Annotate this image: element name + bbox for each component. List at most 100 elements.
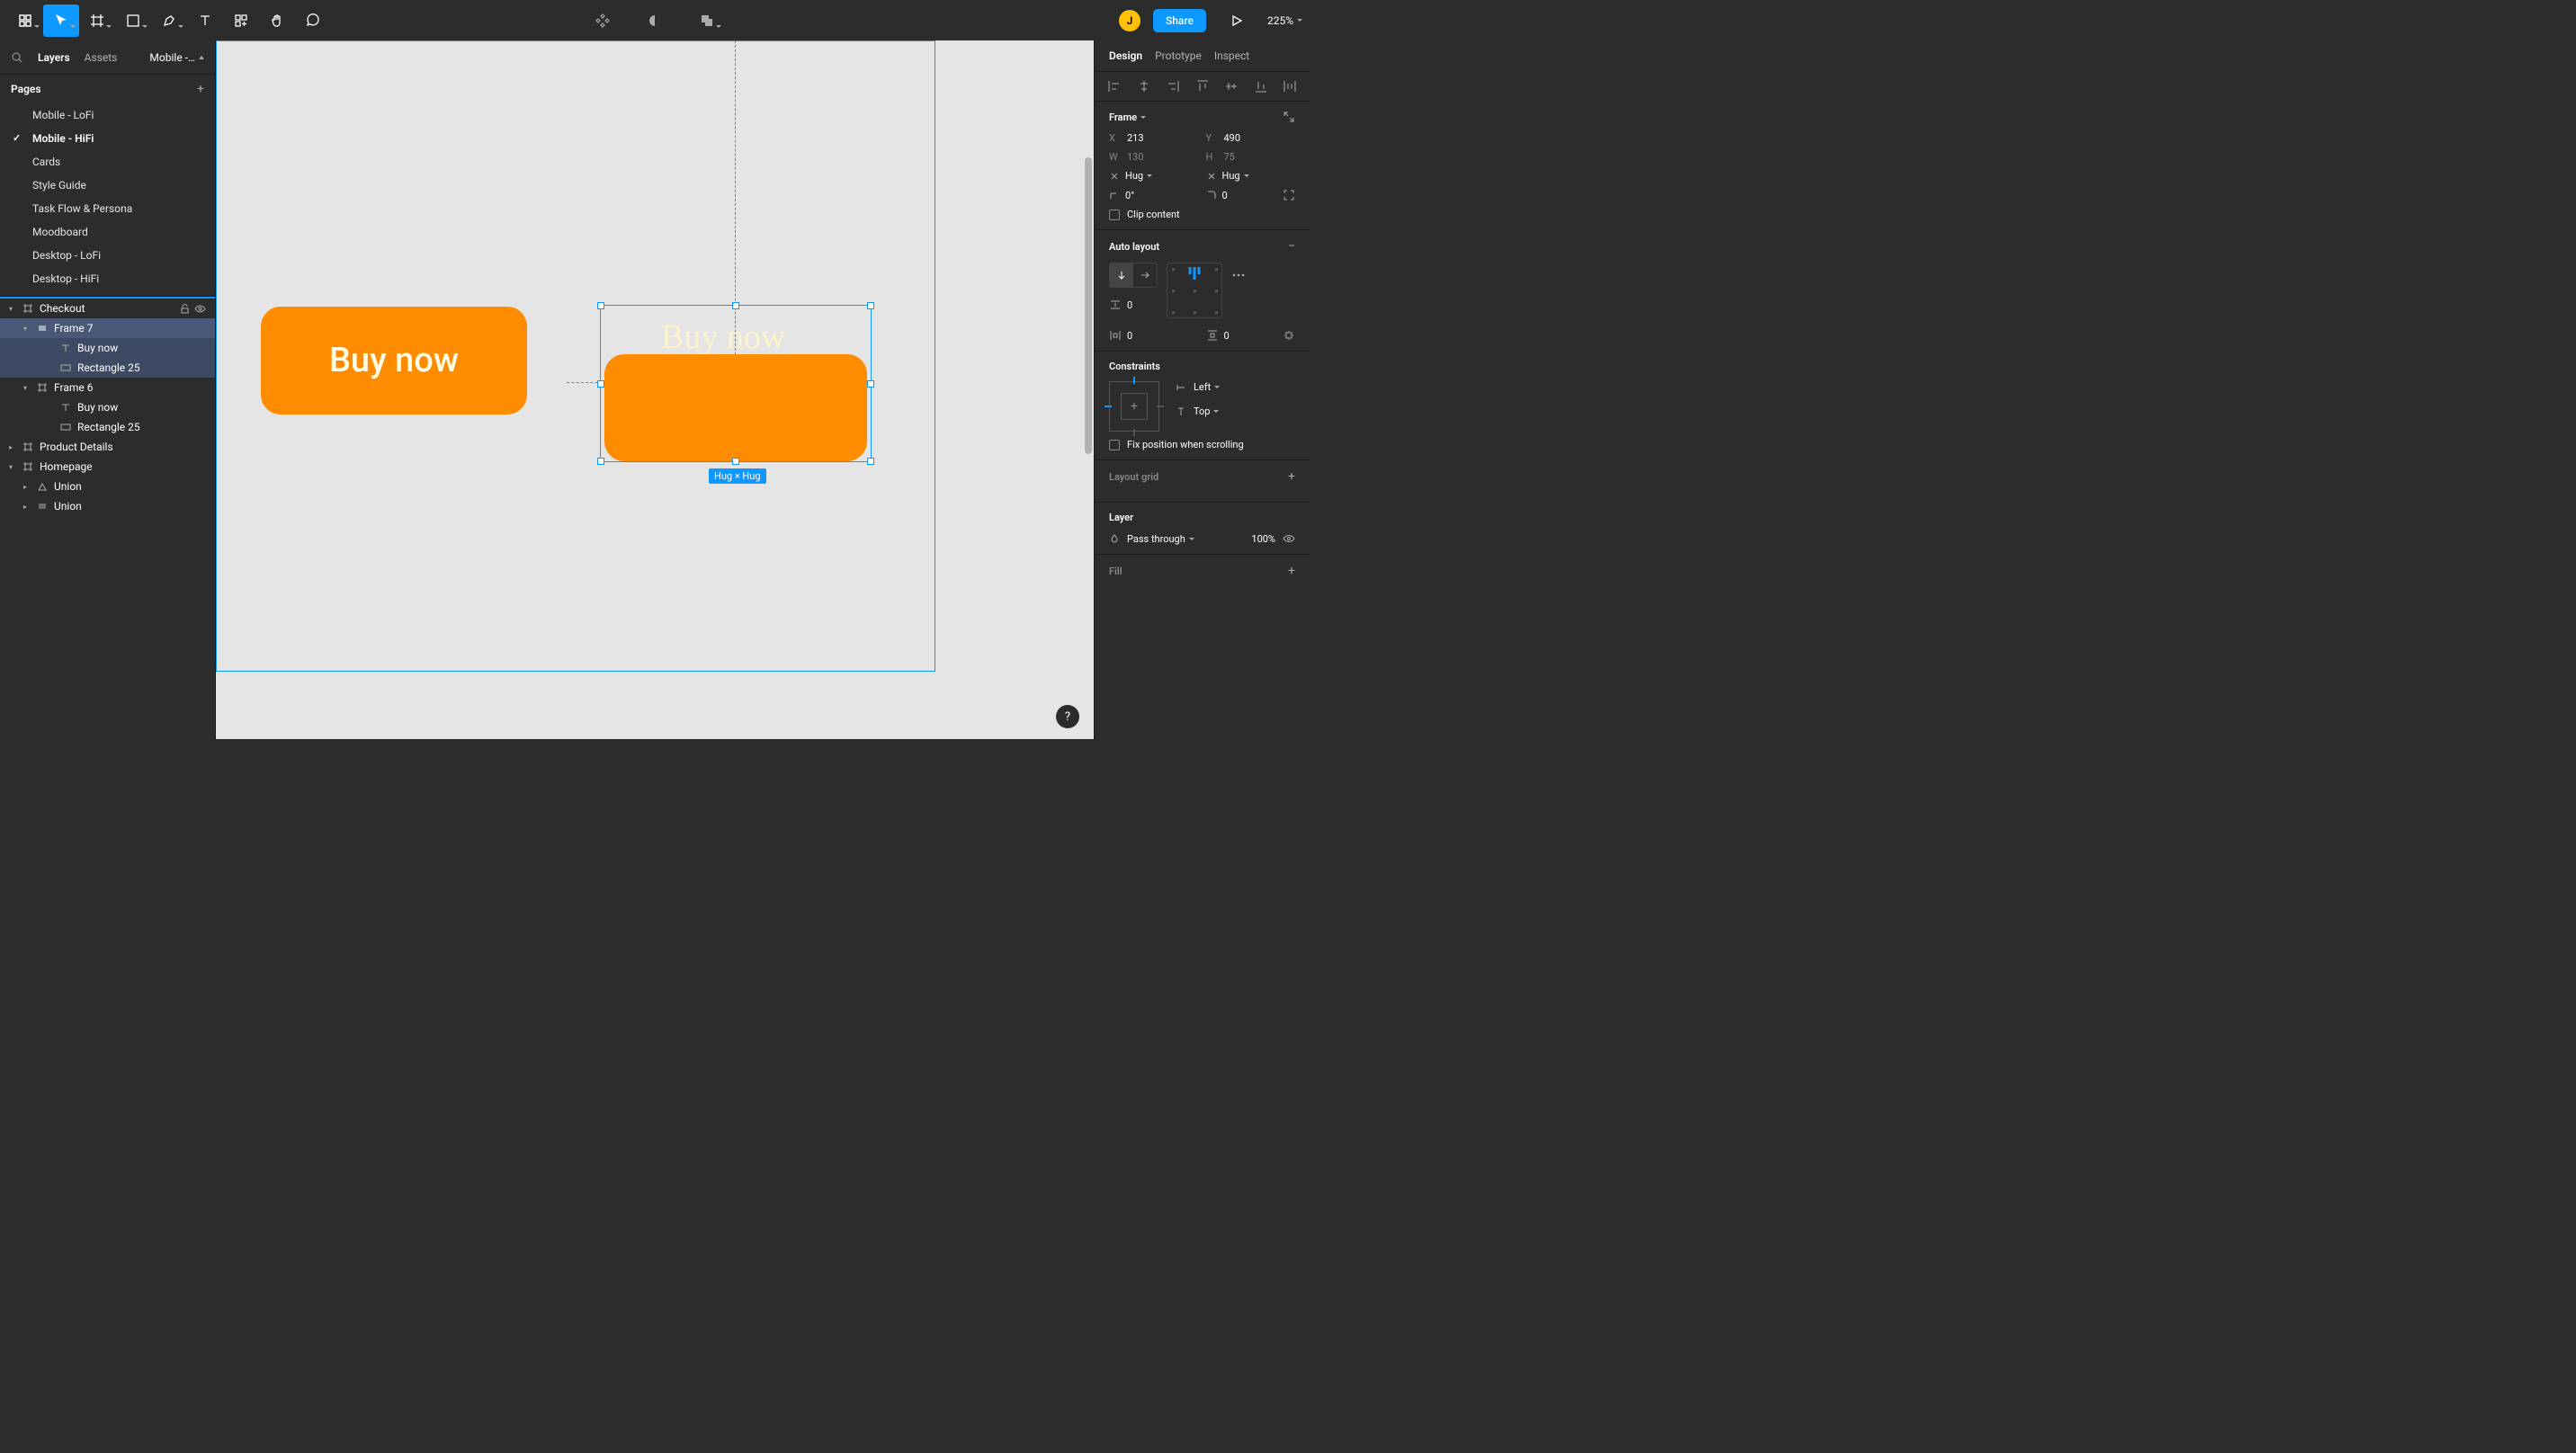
page-item[interactable]: Task Flow & Persona bbox=[0, 197, 215, 220]
selection-box[interactable] bbox=[600, 305, 872, 462]
align-top-icon[interactable] bbox=[1195, 79, 1210, 94]
caret-right-icon[interactable]: ▸ bbox=[23, 503, 31, 511]
align-vcenter-icon[interactable] bbox=[1224, 79, 1239, 94]
opacity-field[interactable]: 100% bbox=[1251, 533, 1275, 545]
vertical-direction-button[interactable] bbox=[1110, 263, 1133, 287]
resize-handle[interactable] bbox=[867, 458, 874, 465]
layers-tab[interactable]: Layers bbox=[38, 51, 70, 64]
mask-icon[interactable] bbox=[637, 4, 673, 37]
component-icon[interactable] bbox=[585, 4, 621, 37]
resize-handle[interactable] bbox=[597, 302, 604, 309]
canvas[interactable]: Buy now Buy now Hug × Hug bbox=[216, 40, 1094, 739]
layer-frame-7[interactable]: ▾ Frame 7 bbox=[0, 318, 215, 338]
direction-toggle[interactable] bbox=[1109, 263, 1158, 288]
layer-rectangle[interactable]: Rectangle 25 bbox=[0, 358, 215, 378]
hug-w-field[interactable]: Hug bbox=[1109, 170, 1199, 182]
layer-buy-now-text[interactable]: Buy now bbox=[0, 397, 215, 417]
page-item[interactable]: Desktop - LoFi bbox=[0, 244, 215, 267]
layer-frame-6[interactable]: ▾ Frame 6 bbox=[0, 378, 215, 397]
visible-icon[interactable] bbox=[1283, 532, 1295, 545]
caret-right-icon[interactable]: ▸ bbox=[23, 483, 31, 491]
rotation-field[interactable]: 0° bbox=[1109, 189, 1199, 201]
align-left-icon[interactable] bbox=[1107, 79, 1122, 94]
user-avatar[interactable]: J bbox=[1119, 10, 1140, 31]
layer-buy-now-text[interactable]: Buy now bbox=[0, 338, 215, 358]
shape-tool[interactable] bbox=[115, 4, 151, 37]
main-menu-button[interactable] bbox=[7, 4, 43, 37]
unlock-icon[interactable] bbox=[179, 303, 191, 315]
text-tool[interactable] bbox=[187, 4, 223, 37]
radius-field[interactable]: 0 bbox=[1206, 189, 1296, 201]
individual-corners-icon[interactable] bbox=[1283, 189, 1295, 201]
constraint-h-select[interactable]: Left bbox=[1176, 381, 1220, 393]
resize-handle[interactable] bbox=[867, 380, 874, 388]
prototype-tab[interactable]: Prototype bbox=[1155, 49, 1202, 62]
page-item[interactable]: Moodboard bbox=[0, 220, 215, 244]
align-bottom-icon[interactable] bbox=[1254, 79, 1268, 94]
help-button[interactable]: ? bbox=[1056, 705, 1079, 728]
visible-icon[interactable] bbox=[194, 303, 206, 315]
resize-handle[interactable] bbox=[597, 380, 604, 388]
resize-handle[interactable] bbox=[732, 302, 739, 309]
resize-handle[interactable] bbox=[867, 302, 874, 309]
resize-handle[interactable] bbox=[732, 458, 739, 465]
page-item[interactable]: Mobile - HiFi bbox=[0, 127, 215, 150]
add-grid-button[interactable]: + bbox=[1288, 469, 1295, 484]
remove-auto-layout-button[interactable]: − bbox=[1288, 239, 1295, 254]
frame-section-title[interactable]: Frame bbox=[1109, 111, 1146, 123]
share-button[interactable]: Share bbox=[1153, 9, 1206, 32]
resize-to-fit-icon[interactable] bbox=[1283, 111, 1295, 123]
caret-down-icon[interactable]: ▾ bbox=[9, 463, 16, 471]
w-field[interactable]: W130 bbox=[1109, 151, 1199, 163]
layer-checkout[interactable]: ▾ Checkout bbox=[0, 297, 215, 318]
clip-content-checkbox[interactable]: Clip content bbox=[1109, 209, 1295, 220]
assets-tab[interactable]: Assets bbox=[85, 51, 118, 64]
layer-rectangle[interactable]: Rectangle 25 bbox=[0, 417, 215, 437]
fix-position-checkbox[interactable]: Fix position when scrolling bbox=[1109, 439, 1295, 450]
design-tab[interactable]: Design bbox=[1109, 49, 1142, 62]
constraints-diagram[interactable]: + bbox=[1109, 381, 1159, 432]
page-item[interactable]: Style Guide bbox=[0, 174, 215, 197]
constraint-v-select[interactable]: Top bbox=[1176, 406, 1220, 417]
pen-tool[interactable] bbox=[151, 4, 187, 37]
blend-mode-select[interactable]: Pass through bbox=[1127, 533, 1194, 545]
hug-h-field[interactable]: Hug bbox=[1206, 170, 1296, 182]
add-fill-button[interactable]: + bbox=[1288, 564, 1295, 578]
layer-homepage[interactable]: ▾ Homepage bbox=[0, 457, 215, 477]
y-field[interactable]: Y490 bbox=[1206, 132, 1296, 144]
page-select[interactable]: Mobile -… bbox=[149, 51, 204, 64]
page-item[interactable]: Desktop - HiFi bbox=[0, 267, 215, 290]
gap-field[interactable]: 0 bbox=[1109, 299, 1158, 311]
boolean-icon[interactable] bbox=[689, 4, 725, 37]
zoom-control[interactable]: 225% bbox=[1267, 14, 1302, 27]
caret-right-icon[interactable]: ▸ bbox=[9, 443, 16, 451]
search-icon[interactable] bbox=[11, 51, 23, 64]
add-page-button[interactable]: + bbox=[197, 82, 204, 96]
x-field[interactable]: X213 bbox=[1109, 132, 1199, 144]
layer-union[interactable]: ▸ Union bbox=[0, 477, 215, 496]
h-field[interactable]: H75 bbox=[1206, 151, 1296, 163]
padding-v-field[interactable]: 0 bbox=[1206, 329, 1296, 342]
page-item[interactable]: Cards bbox=[0, 150, 215, 174]
scrollbar-thumb[interactable] bbox=[1085, 157, 1092, 454]
align-right-icon[interactable] bbox=[1166, 79, 1180, 94]
hand-tool[interactable] bbox=[259, 4, 295, 37]
layer-union[interactable]: ▸ Union bbox=[0, 496, 215, 516]
horizontal-direction-button[interactable] bbox=[1133, 263, 1157, 287]
individual-padding-icon[interactable] bbox=[1283, 329, 1295, 342]
inspect-tab[interactable]: Inspect bbox=[1214, 49, 1249, 62]
resize-handle[interactable] bbox=[597, 458, 604, 465]
layer-product-details[interactable]: ▸ Product Details bbox=[0, 437, 215, 457]
caret-down-icon[interactable]: ▾ bbox=[23, 384, 31, 392]
align-hcenter-icon[interactable] bbox=[1137, 79, 1151, 94]
caret-down-icon[interactable]: ▾ bbox=[9, 305, 16, 313]
alignment-box[interactable] bbox=[1167, 263, 1222, 318]
move-tool[interactable] bbox=[43, 4, 79, 37]
caret-down-icon[interactable]: ▾ bbox=[23, 325, 31, 333]
distribute-icon[interactable] bbox=[1283, 79, 1297, 94]
page-item[interactable]: Mobile - LoFi bbox=[0, 103, 215, 127]
present-button[interactable] bbox=[1219, 4, 1255, 37]
resources-tool[interactable] bbox=[223, 4, 259, 37]
more-icon[interactable] bbox=[1231, 268, 1246, 282]
padding-h-field[interactable]: 0 bbox=[1109, 329, 1199, 342]
